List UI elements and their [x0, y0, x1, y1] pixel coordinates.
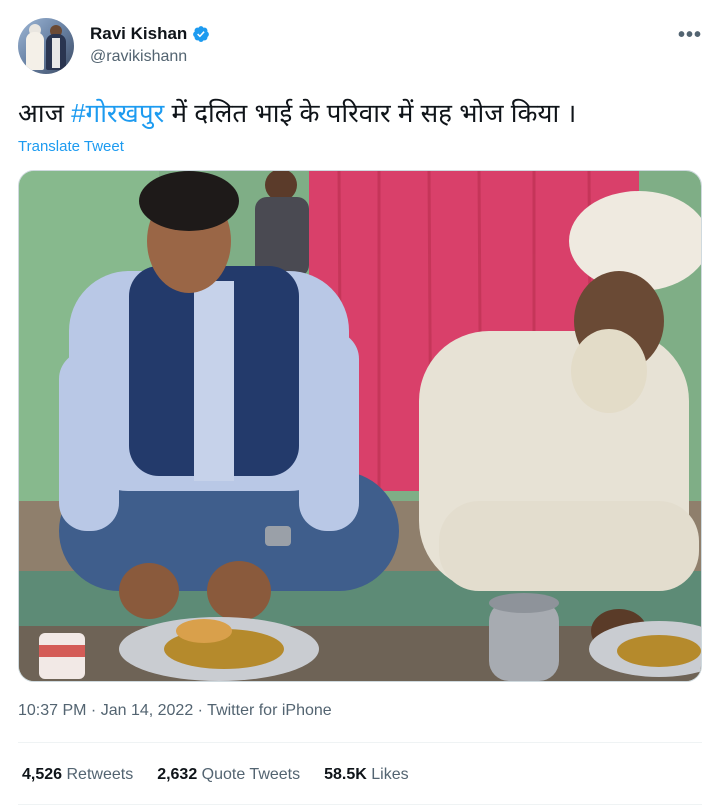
retweets-label: Retweets: [62, 766, 134, 783]
author-block[interactable]: Ravi Kishan @ravikishann: [90, 24, 210, 66]
tweet-text-prefix: आज: [18, 98, 72, 128]
quote-tweets-label: Quote Tweets: [197, 766, 301, 783]
tweet-date[interactable]: Jan 14, 2022: [101, 702, 194, 719]
divider: [18, 804, 702, 805]
hashtag-link[interactable]: #गोरखपुर: [71, 98, 164, 128]
avatar[interactable]: [18, 18, 74, 74]
likes-stat[interactable]: 58.5K Likes: [324, 766, 409, 784]
retweets-stat[interactable]: 4,526 Retweets: [22, 766, 133, 784]
tweet-header: Ravi Kishan @ravikishann •••: [18, 18, 702, 78]
tweet-photo[interactable]: [18, 170, 702, 682]
divider: [18, 742, 702, 743]
tweet-meta: 10:37 PM · Jan 14, 2022 · Twitter for iP…: [18, 702, 332, 720]
quote-tweets-count: 2,632: [157, 766, 198, 783]
author-handle[interactable]: @ravikishann: [90, 48, 210, 66]
likes-label: Likes: [366, 766, 409, 783]
quote-tweets-stat[interactable]: 2,632 Quote Tweets: [157, 766, 300, 784]
tweet-stats: 4,526 Retweets 2,632 Quote Tweets 58.5K …: [22, 766, 433, 784]
meta-separator: ·: [86, 702, 101, 719]
photo-illustration: [19, 171, 701, 681]
likes-count: 58.5K: [324, 766, 367, 783]
tweet-time[interactable]: 10:37 PM: [18, 702, 86, 719]
meta-separator: ·: [193, 702, 208, 719]
author-name[interactable]: Ravi Kishan: [90, 24, 187, 44]
tweet-source[interactable]: Twitter for iPhone: [207, 702, 332, 719]
more-options-icon[interactable]: •••: [678, 24, 702, 47]
tweet-text: आज #गोरखपुर में दलित भाई के परिवार में स…: [18, 94, 576, 130]
tweet-text-suffix: में दलित भाई के परिवार में सह भोज किया ।: [164, 98, 577, 128]
retweets-count: 4,526: [22, 766, 63, 783]
translate-tweet-link[interactable]: Translate Tweet: [18, 138, 124, 155]
verified-badge-icon: [192, 25, 210, 43]
